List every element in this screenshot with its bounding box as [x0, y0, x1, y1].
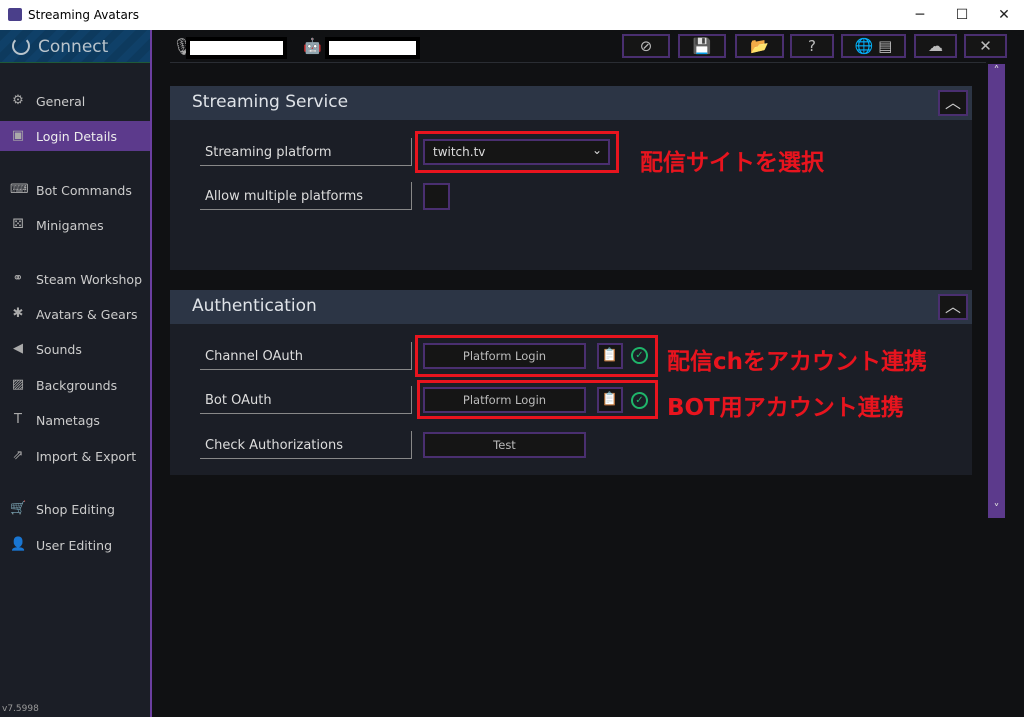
language-button[interactable]: 🌐 ▤ — [841, 34, 906, 58]
sidebar-item-label: Sounds — [36, 342, 82, 357]
annotation-select-site: 配信サイトを選択 — [640, 150, 824, 176]
scroll-up-arrow[interactable]: ˄ — [988, 64, 1005, 78]
authentication-header: Authentication — [170, 290, 972, 324]
power-icon — [12, 37, 30, 55]
open-folder-button[interactable]: 📂 — [735, 34, 784, 58]
sidebar-item-label: Minigames — [36, 218, 104, 233]
sidebar-item-label: Shop Editing — [36, 502, 115, 517]
connect-button[interactable]: Connect — [0, 30, 150, 63]
sidebar-item-label: Login Details — [36, 129, 118, 144]
sidebar-item-sounds[interactable]: ◀ Sounds — [0, 334, 150, 364]
bot-name-redacted — [325, 37, 420, 59]
sidebar-item-label: Steam Workshop — [36, 272, 143, 287]
sidebar-item-label: Avatars & Gears — [36, 307, 138, 322]
allow-multiple-platforms-label: Allow multiple platforms — [200, 182, 412, 210]
collapse-authentication-button[interactable]: ︿ — [938, 294, 968, 320]
image-icon: ▨ — [11, 377, 25, 392]
sidebar-item-avatars-gears[interactable]: ✱ Avatars & Gears — [0, 299, 150, 329]
maximize-button[interactable]: ☐ — [942, 4, 982, 26]
annotation-bot-link: BOT用アカウント連携 — [667, 395, 904, 421]
collapse-streaming-service-button[interactable]: ︿ — [938, 90, 968, 116]
scrollbar[interactable]: ˄ ˅ — [988, 64, 1005, 518]
sidebar-item-label: Nametags — [36, 413, 100, 428]
sidebar-item-import-export[interactable]: ⇗ Import & Export — [0, 441, 150, 471]
steam-icon: ⚭ — [12, 271, 24, 286]
sidebar-item-login-details[interactable]: ▣ Login Details — [0, 121, 150, 151]
sidebar-item-backgrounds[interactable]: ▨ Backgrounds — [0, 370, 150, 400]
minimize-button[interactable]: ─ — [900, 4, 940, 26]
window-title: Streaming Avatars — [28, 8, 139, 22]
cart-icon: 🛒 — [10, 501, 27, 516]
sidebar-item-steam-workshop[interactable]: ⚭ Steam Workshop — [0, 264, 150, 294]
terminal-icon: ⌨ — [10, 182, 29, 197]
channel-oauth-label: Channel OAuth — [200, 342, 412, 370]
streaming-service-header: Streaming Service — [170, 86, 972, 120]
exit-button[interactable]: ✕ — [964, 34, 1007, 58]
annotation-channel-link: 配信chをアカウント連携 — [667, 349, 928, 375]
dice-icon: ⚄ — [12, 217, 24, 232]
sidebar-item-bot-commands[interactable]: ⌨ Bot Commands — [0, 175, 150, 205]
help-button[interactable]: ? — [790, 34, 834, 58]
open-folder-icon: 📂 — [750, 37, 769, 55]
annotation-box-platform — [415, 131, 619, 173]
bot-oauth-label: Bot OAuth — [200, 386, 412, 414]
users-icon: 👤 — [10, 537, 27, 552]
test-button[interactable]: Test — [423, 432, 586, 458]
sidebar-item-label: Bot Commands — [36, 183, 132, 198]
title-bar: Streaming Avatars ─ ☐ ✕ — [0, 0, 1024, 30]
gear-icon: ⚙ — [12, 93, 24, 108]
save-button[interactable]: 💾 — [678, 34, 726, 58]
annotation-box-channel — [415, 335, 658, 377]
sidebar-item-minigames[interactable]: ⚄ Minigames — [0, 210, 150, 240]
cloud-icon: ☁ — [928, 37, 943, 55]
alert-button[interactable]: ⊘ — [622, 34, 670, 58]
annotation-box-bot — [417, 380, 658, 419]
sidebar: Connect ⚙ General ▣ Login Details ⌨ Bot Comma… — [0, 30, 152, 717]
save-icon: 💾 — [692, 37, 712, 55]
cloud-button[interactable]: ☁ — [914, 34, 957, 58]
version-label: v7.5998 — [2, 704, 39, 714]
bot-icon: 🤖 — [303, 37, 322, 55]
connect-label: Connect — [38, 37, 109, 57]
channel-name-redacted — [186, 37, 287, 59]
section-title: Streaming Service — [192, 92, 349, 112]
sidebar-item-nametags[interactable]: T Nametags — [0, 405, 150, 435]
help-icon: ? — [808, 37, 816, 55]
section-title: Authentication — [192, 296, 317, 316]
sidebar-item-user-editing[interactable]: 👤 User Editing — [0, 530, 150, 560]
sidebar-item-general[interactable]: ⚙ General — [0, 86, 150, 116]
exit-icon: ✕ — [979, 37, 992, 55]
streaming-platform-label: Streaming platform — [200, 138, 412, 166]
sidebar-item-shop-editing[interactable]: 🛒 Shop Editing — [0, 494, 150, 524]
scroll-down-arrow[interactable]: ˅ — [988, 502, 1005, 516]
sidebar-item-label: Backgrounds — [36, 378, 118, 393]
sidebar-item-label: General — [36, 94, 86, 109]
allow-multiple-platforms-checkbox[interactable] — [423, 183, 450, 210]
contact-book-icon: ▣ — [11, 128, 25, 143]
language-icon: 🌐 ▤ — [854, 37, 893, 55]
sidebar-item-label: Import & Export — [36, 449, 137, 464]
share-icon: ⇗ — [12, 448, 24, 463]
close-window-button[interactable]: ✕ — [984, 4, 1024, 26]
text-width-icon: T — [14, 412, 22, 427]
check-authorizations-label: Check Authorizations — [200, 431, 412, 459]
person-icon: ✱ — [12, 306, 24, 321]
toolbar-divider — [170, 62, 986, 63]
speaker-icon: ◀ — [13, 341, 23, 356]
app-icon — [8, 8, 22, 21]
sidebar-item-label: User Editing — [36, 538, 113, 553]
alert-icon: ⊘ — [639, 37, 653, 55]
